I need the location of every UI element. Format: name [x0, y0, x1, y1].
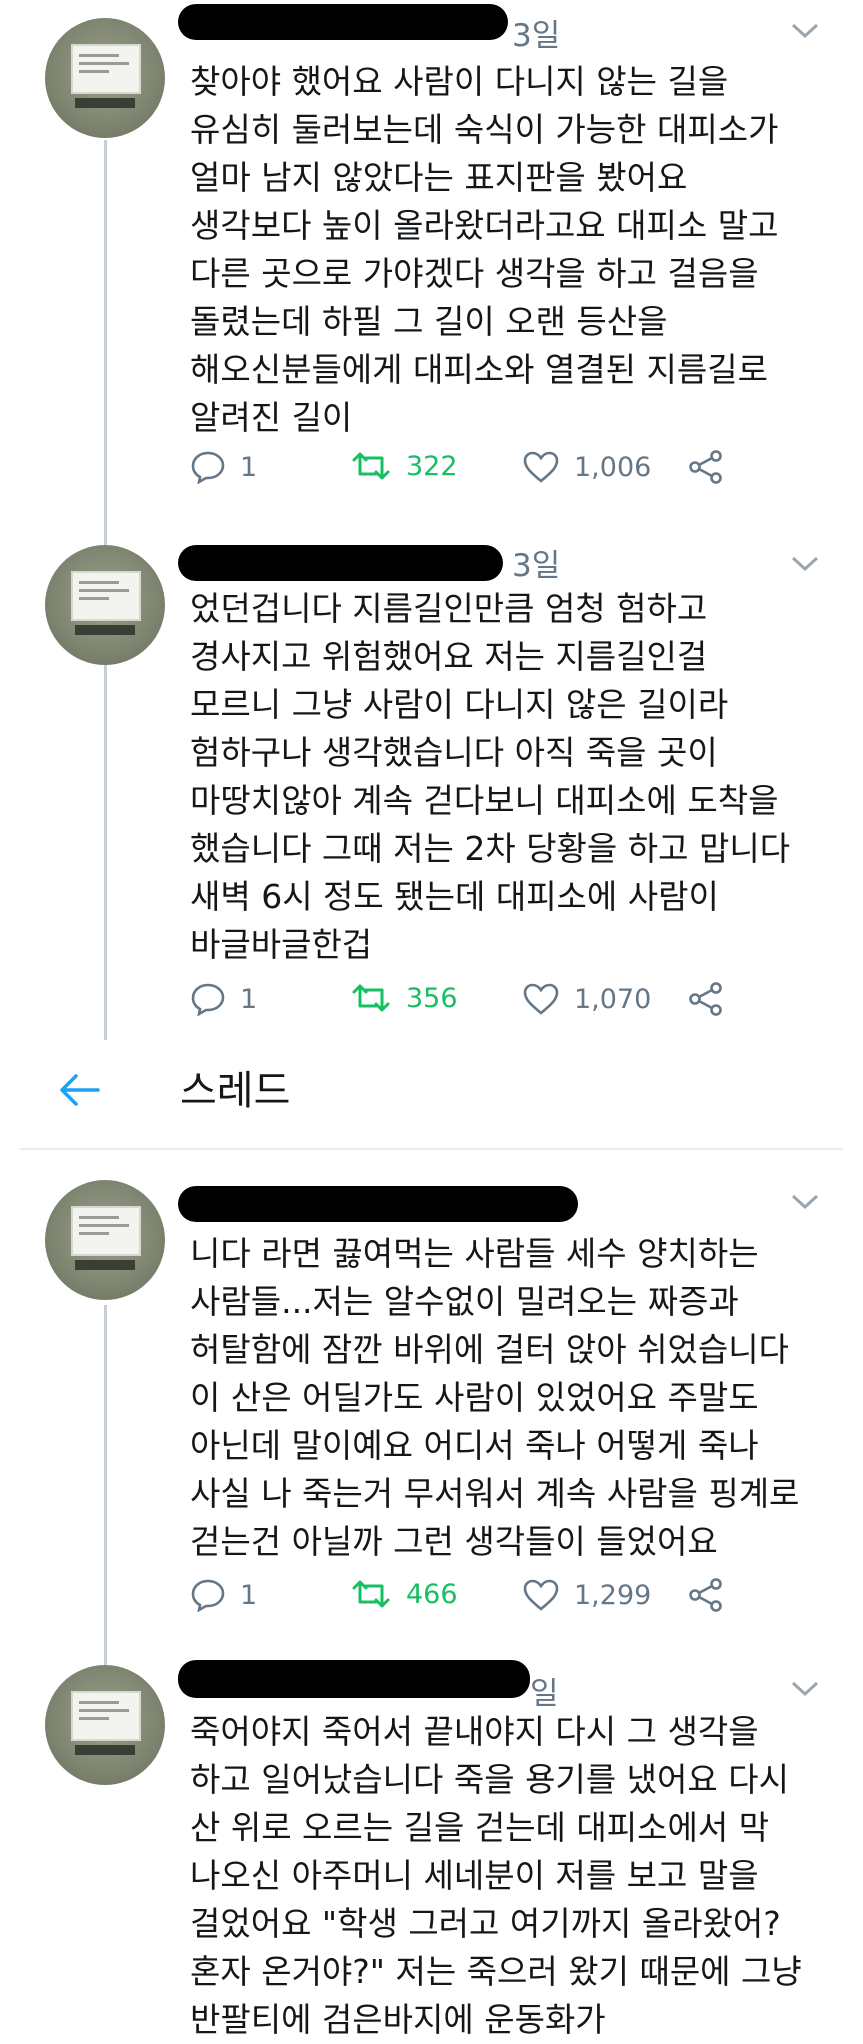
heart-icon	[523, 1579, 559, 1611]
chevron-down-icon[interactable]	[790, 22, 820, 40]
tweet-date: 3일	[512, 548, 561, 584]
retweet-count: 322	[406, 450, 458, 482]
avatar[interactable]	[45, 545, 165, 665]
thread-connector-line	[104, 1305, 107, 1665]
tweet-text: 찾아야 했어요 사람이 다니지 않는 길을 유심히 둘러보는데 숙식이 가능한 …	[190, 62, 779, 437]
thread-header: 스레드	[0, 1050, 863, 1140]
reply-count: 1	[240, 451, 258, 483]
tweet-text: 니다 라면 끓여먹는 사람들 세수 양치하는 사람들...저는 알수없이 밀려오…	[190, 1234, 800, 1561]
avatar-image	[71, 571, 141, 621]
tweet-text: 죽어야지 죽어서 끝내야지 다시 그 생각을 하고 일어났습니다 죽을 용기를 …	[190, 1712, 802, 2039]
heart-icon	[523, 983, 559, 1015]
retweet-button[interactable]: 466	[350, 1578, 458, 1610]
like-count: 1,070	[574, 983, 652, 1015]
redacted-username	[178, 4, 508, 40]
chevron-down-icon[interactable]	[790, 1193, 820, 1211]
reply-icon	[191, 451, 225, 484]
tweet-actions: 1 322 1,006	[190, 450, 790, 490]
heart-icon	[523, 451, 559, 483]
tweet-date: 일	[530, 1676, 559, 1712]
tweet-text: 었던겁니다 지름길인만큼 엄청 험하고 경사지고 위험했어요 저는 지름길인걸 …	[190, 589, 791, 964]
divider	[20, 1148, 843, 1150]
redacted-username	[178, 1186, 578, 1222]
like-button[interactable]: 1,299	[522, 1578, 651, 1612]
like-count: 1,006	[574, 451, 652, 483]
chevron-down-icon[interactable]	[790, 555, 820, 573]
avatar-image	[71, 1206, 141, 1256]
redacted-username	[178, 1660, 530, 1698]
tweet-actions: 1 356 1,070	[190, 982, 790, 1022]
reply-count: 1	[240, 1579, 258, 1611]
avatar[interactable]	[45, 1180, 165, 1300]
tweet-actions: 1 466 1,299	[190, 1578, 790, 1618]
retweet-icon	[352, 1580, 390, 1608]
reply-button[interactable]: 1	[190, 1578, 257, 1612]
retweet-icon	[352, 452, 390, 480]
retweet-button[interactable]: 356	[350, 982, 458, 1014]
page-title: 스레드	[180, 1068, 291, 1114]
reply-button[interactable]: 1	[190, 450, 257, 484]
reply-icon	[191, 983, 225, 1016]
avatar-image	[71, 1691, 141, 1741]
retweet-count: 356	[406, 982, 458, 1014]
share-icon	[689, 450, 722, 484]
reply-button[interactable]: 1	[190, 982, 257, 1016]
tweet-date: 3일	[512, 18, 561, 54]
reply-icon	[191, 1579, 225, 1612]
share-button[interactable]	[688, 450, 724, 484]
reply-count: 1	[240, 983, 258, 1015]
retweet-button[interactable]: 322	[350, 450, 458, 482]
redacted-username	[178, 545, 503, 581]
like-count: 1,299	[574, 1579, 652, 1611]
avatar[interactable]	[45, 1665, 165, 1785]
back-arrow-icon[interactable]	[58, 1072, 102, 1108]
share-icon	[689, 1578, 722, 1612]
retweet-count: 466	[406, 1578, 458, 1610]
like-button[interactable]: 1,070	[522, 982, 651, 1016]
avatar[interactable]	[45, 18, 165, 138]
like-button[interactable]: 1,006	[522, 450, 651, 484]
share-icon	[689, 982, 722, 1016]
retweet-icon	[352, 984, 390, 1012]
chevron-down-icon[interactable]	[790, 1680, 820, 1698]
avatar-image	[71, 44, 141, 94]
share-button[interactable]	[688, 982, 724, 1016]
share-button[interactable]	[688, 1578, 724, 1612]
